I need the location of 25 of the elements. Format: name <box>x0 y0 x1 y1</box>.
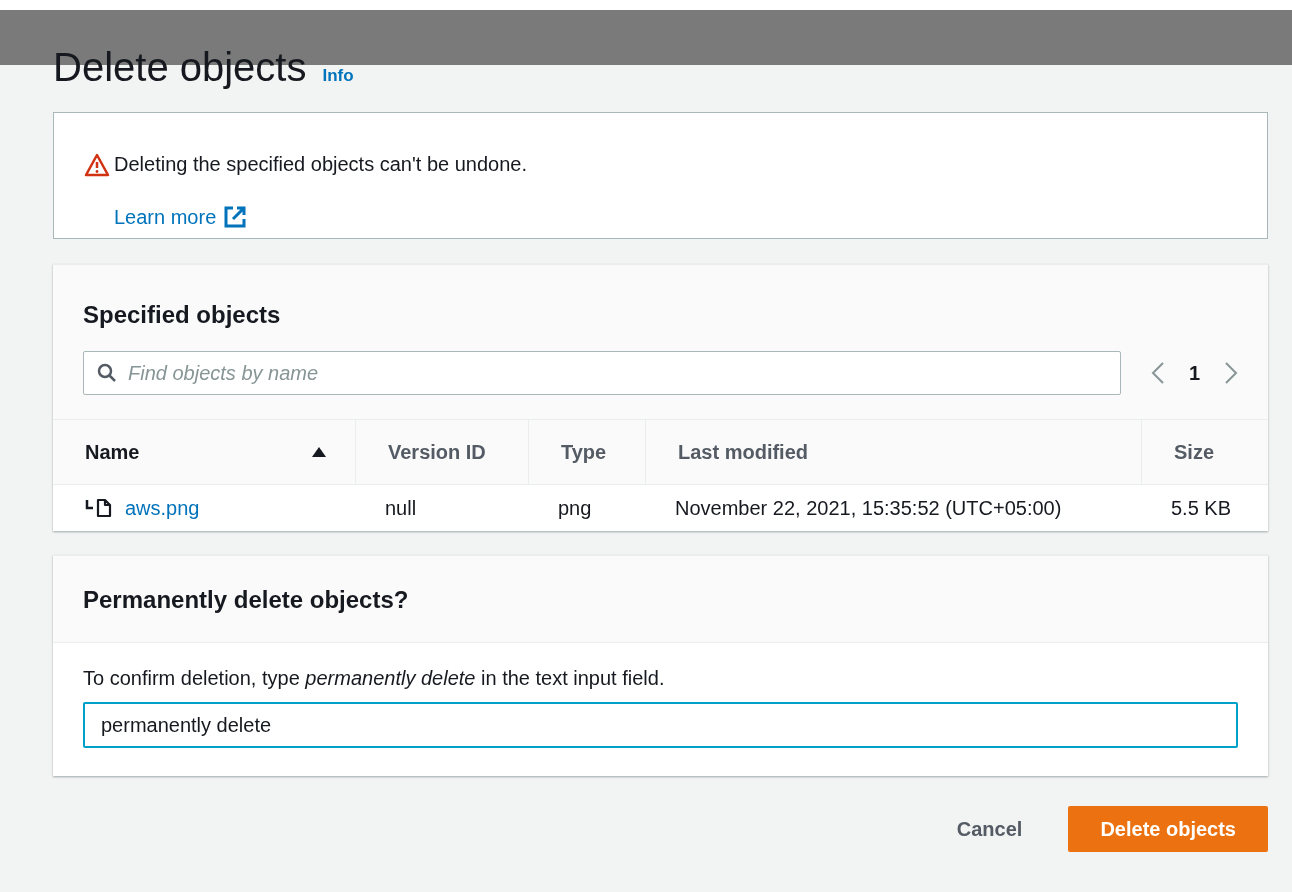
warning-message: Deleting the specified objects can't be undone. <box>114 153 528 176</box>
object-link[interactable]: aws.png <box>125 496 200 520</box>
page-number[interactable]: 1 <box>1188 361 1200 385</box>
panel-heading: Specified objects <box>83 301 282 329</box>
table-cell: November 22, 2021, 15:35:52 (UTC+05:00) <box>675 496 1062 520</box>
table-cell: 5.5 KB <box>1171 496 1232 520</box>
info-link[interactable]: Info <box>322 66 354 86</box>
sort-ascending-icon[interactable] <box>311 446 327 458</box>
cancel-button[interactable]: Cancel <box>956 807 1023 851</box>
column-header[interactable]: Last modified <box>678 440 808 464</box>
instruction-text: To confirm deletion, type permanently delete in the text input field. <box>83 667 666 690</box>
search-field[interactable]: Find objects by name <box>83 351 1121 395</box>
warning-icon <box>84 152 110 177</box>
column-header[interactable]: Type <box>561 440 607 464</box>
panel-heading: Permanently delete objects? <box>83 586 409 613</box>
learn-more-link[interactable]: Learn more <box>114 205 1237 229</box>
previous-page-icon[interactable] <box>1150 361 1165 385</box>
page-title: Delete objects <box>53 44 307 91</box>
column-header[interactable]: Size <box>1174 440 1215 464</box>
confirm-input-field[interactable]: permanently delete <box>83 702 1238 748</box>
column-header[interactable]: Name <box>85 440 140 464</box>
table-cell: png <box>558 496 592 520</box>
next-page-icon[interactable] <box>1224 361 1238 385</box>
table-cell: null <box>385 496 417 520</box>
external-link-icon <box>224 206 247 228</box>
